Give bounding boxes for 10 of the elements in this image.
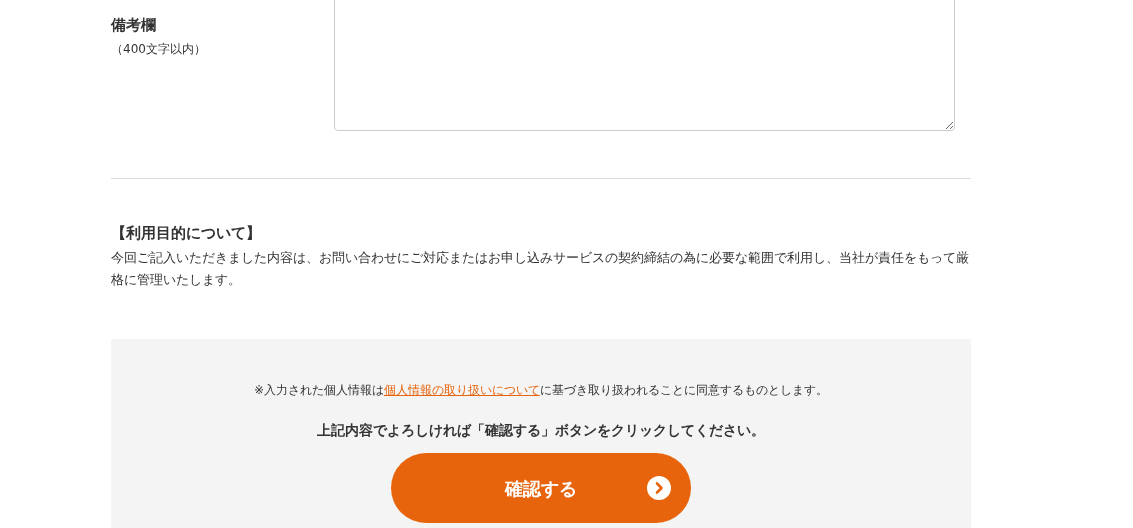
field-note: （400文字以内） <box>111 41 207 58</box>
field-label: 備考欄 <box>111 15 157 36</box>
chevron-right-icon <box>647 476 671 500</box>
instruction-text: 上記内容でよろしければ「確認する」ボタンをクリックしてください。 <box>317 421 765 440</box>
purpose-paragraph: 今回ご記入いただきました内容は、お問い合わせにご対応またはお申し込みサービスの契約締結の為に必要な範囲で利用し、当社が責任をもって厳格に管理いたします。 <box>111 249 970 289</box>
confirm-button[interactable]: 確認する <box>391 453 691 523</box>
privacy-link[interactable]: 個人情報の取り扱いについて <box>383 383 540 397</box>
section-heading: 【利用目的について】 <box>111 223 262 244</box>
remarks-field[interactable] <box>334 0 955 131</box>
consent-notice: ※入力された個人情報は個人情報の取り扱いについてに基づき取り扱われることに同意するものとします。 <box>254 382 828 399</box>
